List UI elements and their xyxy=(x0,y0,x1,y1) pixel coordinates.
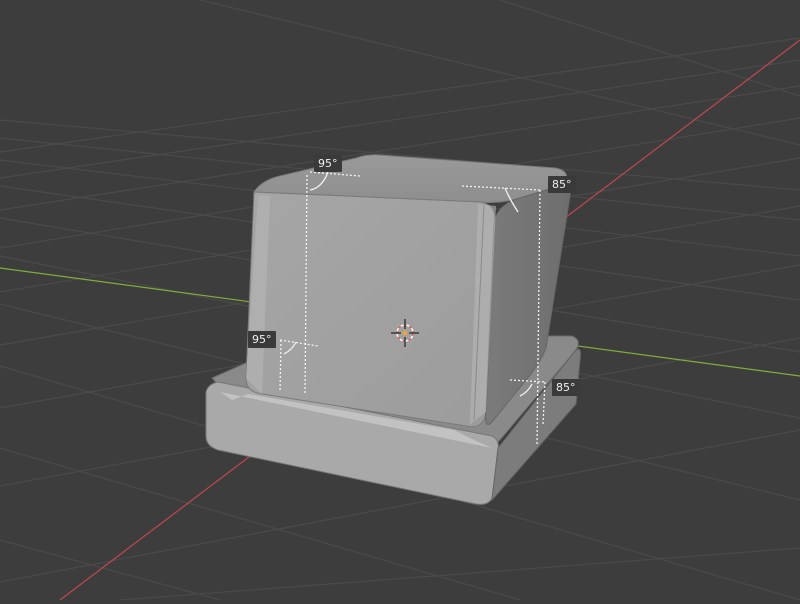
viewport-canvas[interactable] xyxy=(0,0,800,601)
angle-label-mid-left: 95° xyxy=(248,331,276,348)
3d-viewport[interactable]: 95° 85° 95° 85° xyxy=(0,0,800,601)
angle-label-top-left: 95° xyxy=(314,155,342,172)
angle-label-bottom-right: 85° xyxy=(552,379,580,396)
angle-label-top-right: 85° xyxy=(548,176,576,193)
cube-object[interactable] xyxy=(245,154,571,428)
